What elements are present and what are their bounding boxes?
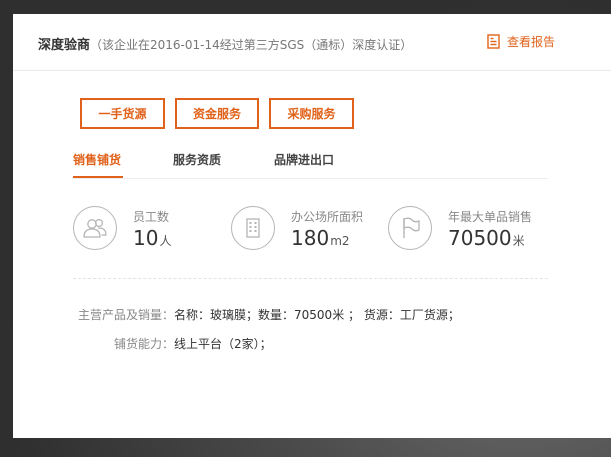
view-report-label: 查看报告	[507, 35, 556, 49]
tab-brand-import-export[interactable]: 品牌进出口	[274, 150, 334, 178]
people-icon	[73, 206, 117, 250]
tag-first-hand-supply[interactable]: 一手货源	[80, 98, 165, 129]
building-icon	[231, 206, 275, 250]
stat-max-sales-label: 年最大单品销售	[448, 210, 533, 224]
divider	[73, 278, 548, 279]
view-report-link[interactable]: 查看报告	[487, 33, 555, 50]
stat-max-sales-value: 70500米	[448, 226, 525, 250]
title-note: （该企业在2016-01-14经过第三方SGS（通标）深度认证）	[90, 38, 413, 52]
tab-sales-distribution[interactable]: 销售铺货	[73, 150, 123, 178]
service-tags: 一手货源 资金服务 采购服务	[80, 98, 354, 129]
stats-row: 员工数 10人 办公场所面积 180m2 年最大单品销售 70500米	[73, 204, 553, 264]
flag-icon	[388, 206, 432, 250]
main-products-row: 主营产品及销量：名称：玻璃膜；数量：70500米 ； 货源：工厂货源；	[78, 306, 460, 323]
tag-procurement-service[interactable]: 采购服务	[269, 98, 354, 129]
stat-employees-label: 员工数	[133, 210, 170, 224]
stat-employees-value: 10人	[133, 226, 172, 250]
card-title: 深度验商（该企业在2016-01-14经过第三方SGS（通标）深度认证）	[38, 34, 412, 53]
card-header: 深度验商（该企业在2016-01-14经过第三方SGS（通标）深度认证） 查看报…	[13, 14, 611, 71]
tab-service-qualification[interactable]: 服务资质	[173, 150, 221, 178]
verification-card: 深度验商（该企业在2016-01-14经过第三方SGS（通标）深度认证） 查看报…	[13, 14, 611, 438]
stat-office-area-label: 办公场所面积	[291, 210, 364, 224]
title-strong: 深度验商	[38, 38, 91, 53]
main-products-key: 主营产品及销量：	[78, 308, 175, 322]
tab-bar: 销售铺货 服务资质 品牌进出口	[73, 150, 548, 179]
distribution-capacity-key: 铺货能力：	[114, 337, 175, 351]
stat-office-area-value: 180m2	[291, 226, 350, 250]
tag-financial-service[interactable]: 资金服务	[175, 98, 259, 129]
distribution-capacity-value: 线上平台（2家）；	[174, 337, 272, 351]
document-icon	[487, 34, 500, 49]
main-products-value: 名称：玻璃膜；数量：70500米 ； 货源：工厂货源；	[174, 308, 460, 322]
distribution-capacity-row: 铺货能力：线上平台（2家）；	[114, 335, 272, 352]
